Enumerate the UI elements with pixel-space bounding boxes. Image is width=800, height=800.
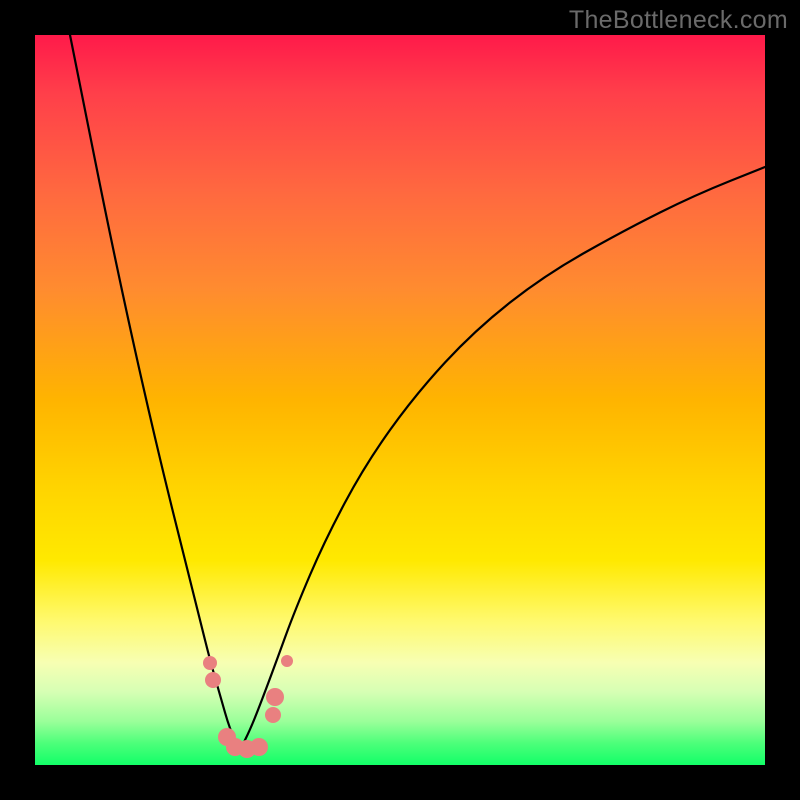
data-markers	[203, 655, 293, 758]
left-curve	[70, 35, 240, 750]
data-marker	[250, 738, 268, 756]
watermark-text: TheBottleneck.com	[569, 6, 788, 35]
data-marker	[281, 655, 293, 667]
data-marker	[203, 656, 217, 670]
data-marker	[266, 688, 284, 706]
chart-frame: TheBottleneck.com	[0, 0, 800, 800]
right-curve	[240, 167, 765, 750]
plot-area	[35, 35, 765, 765]
data-marker	[265, 707, 281, 723]
data-marker	[205, 672, 221, 688]
curves-svg	[35, 35, 765, 765]
